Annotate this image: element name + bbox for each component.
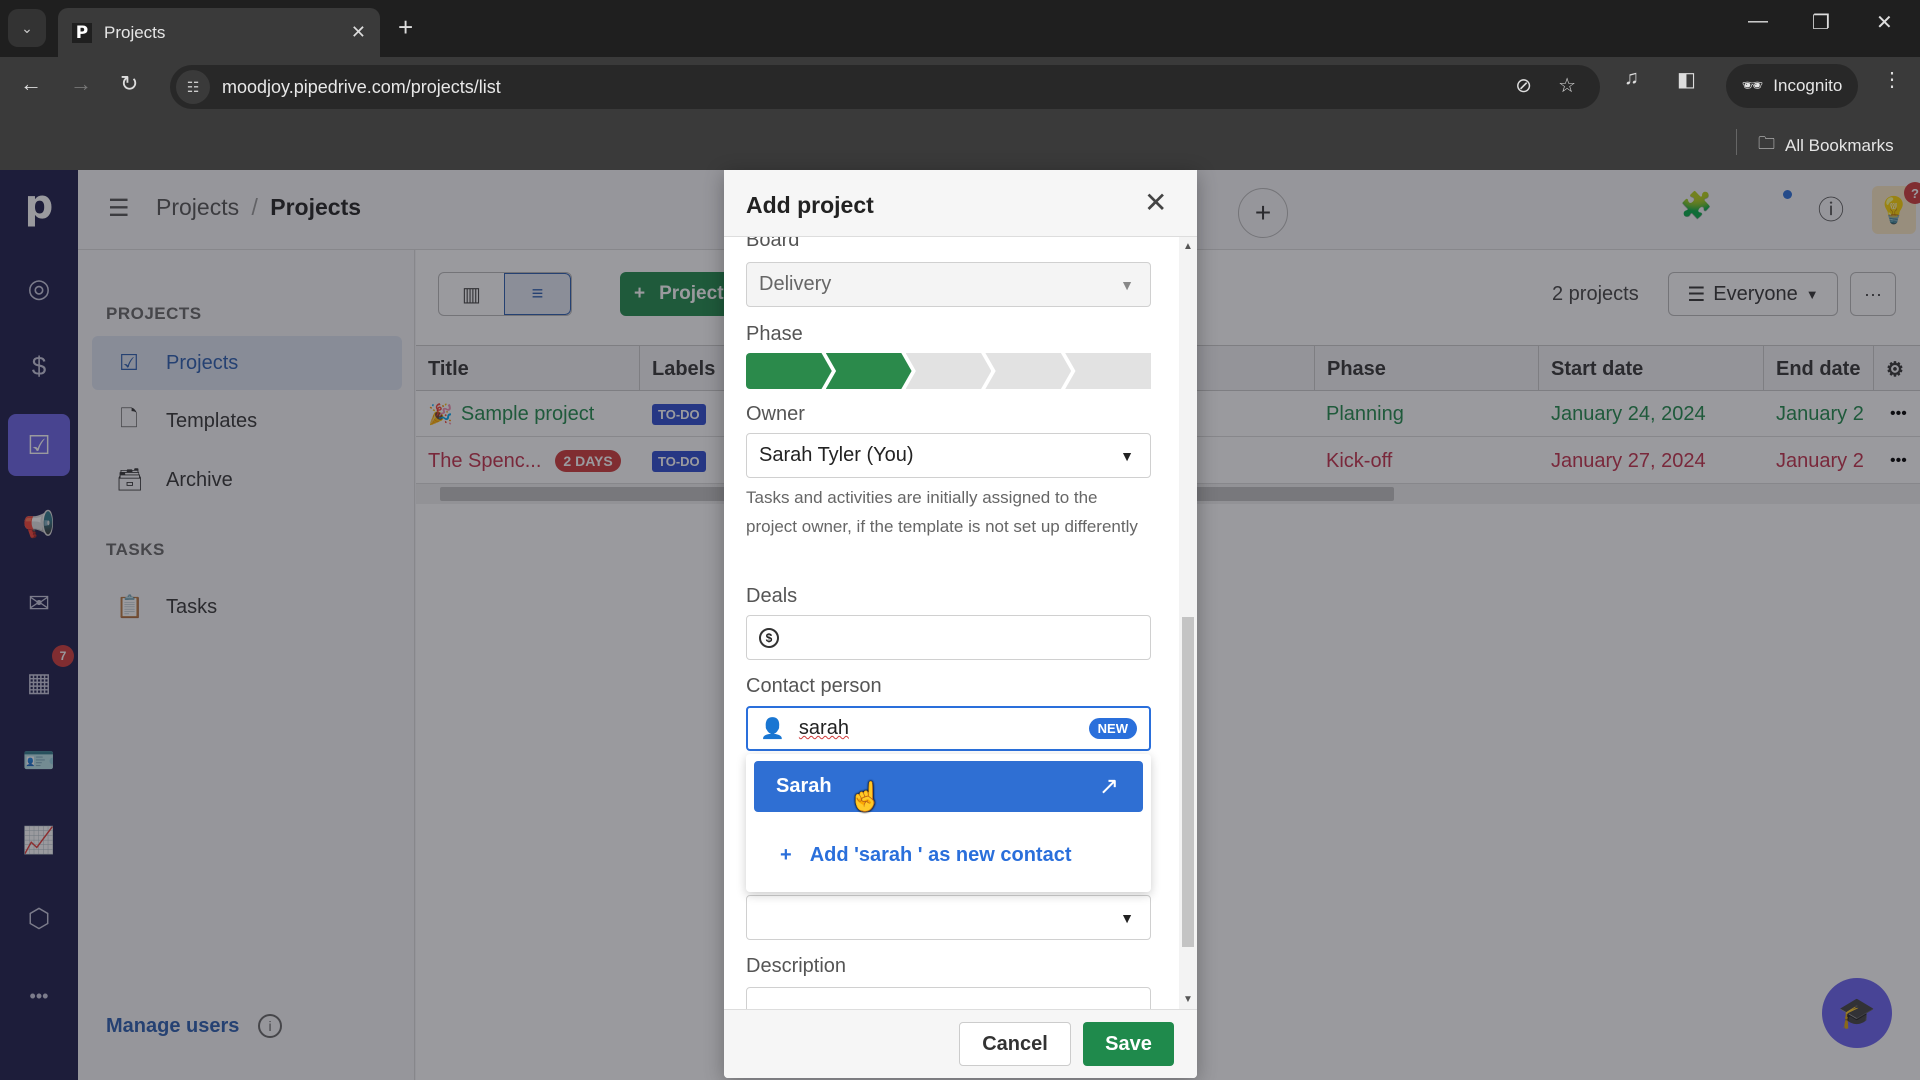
media-icon[interactable]: ♫ [1624,67,1639,90]
address-bar-row: ← → ↻ ☷ moodjoy.pipedrive.com/projects/l… [0,57,1920,115]
url-text: moodjoy.pipedrive.com/projects/list [222,76,501,97]
modal-footer: Cancel Save [724,1009,1197,1078]
dollar-icon: $ [759,627,779,648]
restore-icon[interactable]: ❐ [1812,10,1830,35]
owner-helper-text: Tasks and activities are initially assig… [746,488,1138,536]
close-icon[interactable]: ✕ [1144,186,1167,219]
browser-tab[interactable]: P Projects ✕ [58,8,380,57]
modal-body: Board Delivery ▼ Phase Owner Sarah Tyler… [724,237,1179,1009]
phase-step[interactable] [825,353,912,389]
hand-cursor-icon: ☝ [848,781,883,812]
reload-icon[interactable]: ↻ [120,71,138,97]
description-label: Description [746,955,847,977]
bookmark-star-icon[interactable]: ☆ [1558,73,1576,98]
pipedrive-favicon: P [72,22,92,43]
side-panel-icon[interactable]: ◧ [1677,67,1696,92]
open-external-arrow-icon[interactable]: ↗ [1099,772,1119,801]
divider [1736,129,1737,155]
deals-label: Deals [746,585,798,607]
phase-step[interactable] [985,353,1072,389]
add-new-contact-option[interactable]: + Add 'sarah ' as new contact [780,844,1072,867]
phase-step[interactable] [1065,353,1151,389]
description-input[interactable] [746,987,1151,1009]
chevron-down-icon: ▼ [1120,447,1134,464]
cancel-button[interactable]: Cancel [959,1022,1071,1066]
contact-person-value: sarah [798,717,849,739]
bookmarks-bar: 🗀 All Bookmarks [0,115,1920,170]
close-window-icon[interactable]: ✕ [1876,10,1893,35]
phase-step[interactable] [746,353,832,389]
scroll-down-icon[interactable]: ▼ [1183,994,1193,1005]
phase-selector [746,353,1151,389]
tab-search-dropdown[interactable]: ⌄ [8,9,46,47]
folder-icon: 🗀 [1758,134,1775,153]
contact-suggestions: Sarah ↗ + Add 'sarah ' as new contact [746,754,1151,892]
incognito-icon: 🕶 [1741,76,1764,95]
board-select[interactable]: Delivery ▼ [746,262,1151,307]
back-icon[interactable]: ← [20,71,42,97]
minimize-icon[interactable]: — [1748,10,1768,33]
add-project-modal: Add project ✕ Board Delivery ▼ Phase Own… [724,170,1197,1078]
board-value: Delivery [759,273,832,295]
suggestion-option[interactable]: Sarah ↗ [754,761,1143,812]
close-tab-icon[interactable]: ✕ [351,22,366,43]
contact-person-label: Contact person [746,675,882,697]
eye-off-icon[interactable]: ⊘ [1515,73,1532,98]
modal-title: Add project [746,192,874,218]
contact-person-input[interactable]: 👤 sarah NEW [746,706,1151,751]
phase-label: Phase [746,323,803,345]
incognito-label: Incognito [1773,76,1843,95]
person-icon: 👤 [760,718,785,740]
scroll-up-icon[interactable]: ▲ [1183,241,1193,252]
plus-icon: + [780,844,792,866]
chevron-down-icon: ▼ [1120,276,1134,293]
save-button[interactable]: Save [1083,1022,1174,1066]
scrollbar-thumb[interactable] [1182,617,1194,947]
hidden-select[interactable]: ▼ [746,895,1151,940]
url-input[interactable]: ☷ moodjoy.pipedrive.com/projects/list ⊘ … [170,65,1600,109]
incognito-indicator[interactable]: 🕶 Incognito [1726,64,1858,108]
modal-header: Add project ✕ [724,170,1197,237]
new-badge: NEW [1088,718,1137,739]
all-bookmarks-label: All Bookmarks [1785,135,1894,155]
chevron-down-icon: ▼ [1120,909,1134,926]
all-bookmarks-button[interactable]: 🗀 All Bookmarks [1758,131,1894,160]
phase-step[interactable] [905,353,992,389]
add-new-contact-label: Add 'sarah ' as new contact [809,844,1072,866]
browser-tab-bar: ⌄ P Projects ✕ + — ❐ ✕ [0,0,1920,57]
owner-value: Sarah Tyler (You) [759,444,914,466]
site-info-icon[interactable]: ☷ [176,70,210,104]
tab-title: Projects [104,22,166,42]
browser-menu-icon[interactable]: ⋮ [1882,67,1902,92]
owner-label: Owner [746,403,805,425]
new-tab-button[interactable]: + [398,12,413,43]
modal-scrollbar[interactable]: ▲ ▼ [1179,237,1197,1009]
deals-input[interactable]: $ [746,615,1151,660]
owner-select[interactable]: Sarah Tyler (You) ▼ [746,433,1151,478]
forward-icon[interactable]: → [70,71,92,97]
board-label: Board [746,237,800,251]
suggestion-label: Sarah [776,775,832,797]
